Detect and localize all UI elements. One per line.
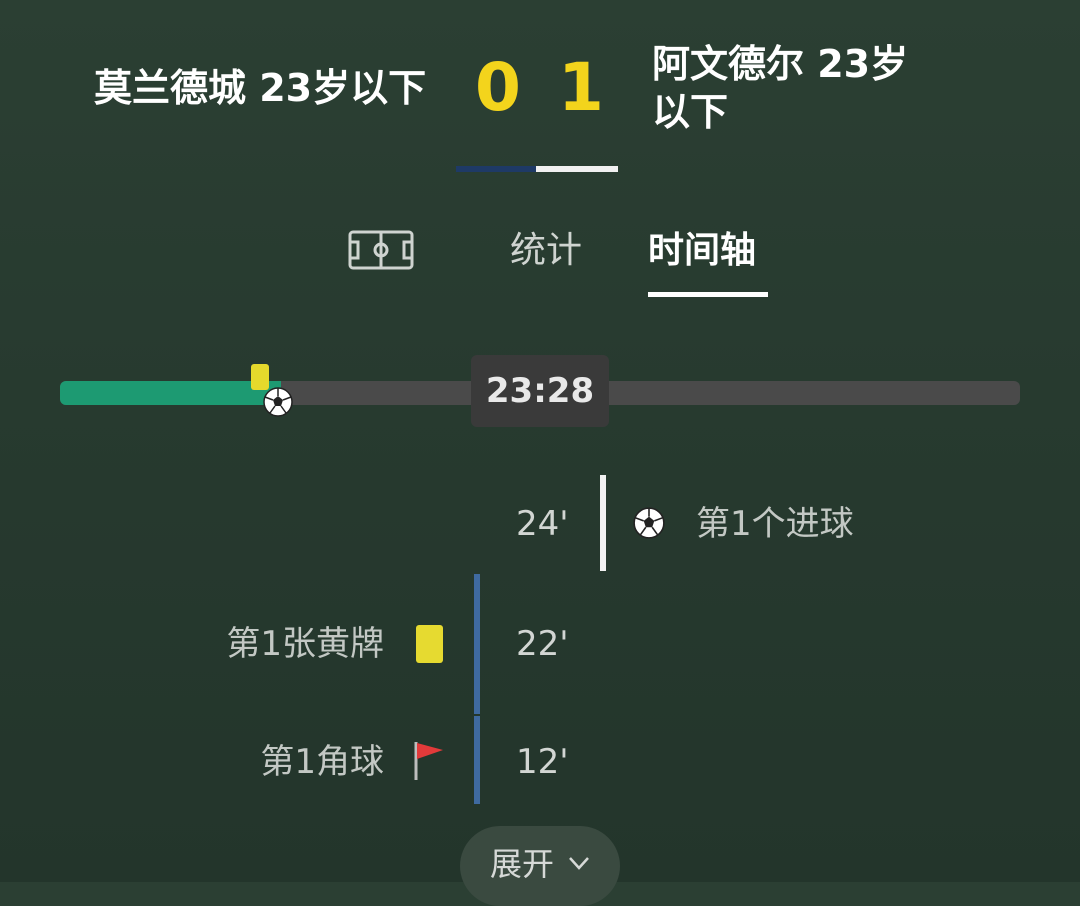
tab-selected-indicator <box>648 292 768 297</box>
ball-icon <box>262 386 294 418</box>
event-text: 第1角球 <box>260 742 384 782</box>
home-share-segment <box>456 166 536 172</box>
event-minute: 22' <box>516 624 569 664</box>
ball-icon <box>632 506 666 540</box>
score-share-bar <box>456 166 618 172</box>
home-team-name: 莫兰德城 23岁以下 <box>94 66 427 110</box>
away-score: 1 <box>558 49 604 126</box>
match-progress-fill <box>60 381 281 405</box>
event-text: 第1张黄牌 <box>226 624 384 664</box>
tab-timeline[interactable]: 时间轴 <box>648 226 756 276</box>
event-minute: 24' <box>516 504 569 544</box>
home-timeline-line <box>474 574 480 714</box>
tab-stats[interactable]: 统计 <box>510 226 582 276</box>
yellow-card-icon <box>416 625 443 663</box>
away-team-name: 阿文德尔 23岁以下 <box>652 42 909 134</box>
current-time-bubble: 23:28 <box>471 355 609 427</box>
chevron-down-icon <box>566 850 592 876</box>
tab-pitch[interactable] <box>348 230 414 270</box>
away-share-segment <box>536 166 618 172</box>
expand-button-label: 展开 <box>490 845 555 883</box>
home-timeline-line <box>474 716 480 804</box>
event-minute: 12' <box>516 742 569 782</box>
event-text: 第1个进球 <box>696 504 854 544</box>
corner-flag-icon <box>410 740 446 782</box>
away-timeline-line <box>600 475 606 571</box>
home-score: 0 <box>475 49 521 126</box>
pitch-icon <box>348 230 414 270</box>
